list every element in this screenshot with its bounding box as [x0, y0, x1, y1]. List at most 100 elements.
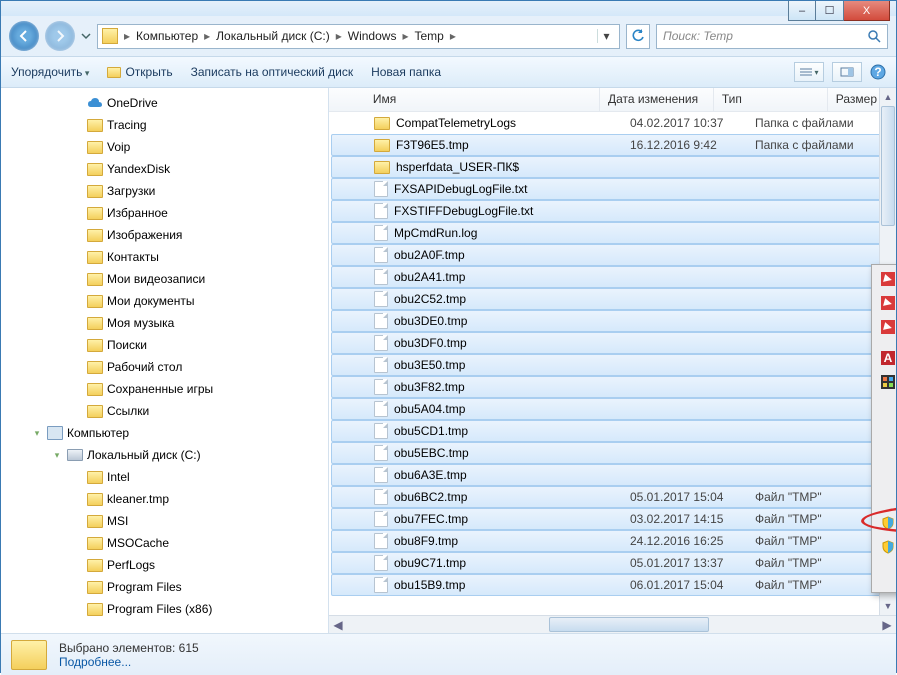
forward-button[interactable] [45, 21, 75, 51]
file-icon [374, 555, 388, 571]
col-name[interactable]: Имя [365, 88, 600, 111]
organize-button[interactable]: Упорядочить [11, 65, 89, 79]
file-row[interactable]: obu5CD1.tmp6 [331, 420, 894, 442]
minimize-button[interactable]: – [788, 1, 816, 21]
file-row[interactable]: F3T96E5.tmp16.12.2016 9:42Папка с файлам… [331, 134, 894, 156]
file-row[interactable]: obu5EBC.tmp [331, 442, 894, 464]
open-button[interactable]: Открыть [107, 65, 172, 79]
crumb-sep-icon[interactable]: ▸ [448, 29, 458, 43]
tree-item[interactable]: ▾Локальный диск (C:) [11, 444, 328, 466]
file-row[interactable]: FXSTIFFDebugLogFile.txt [331, 200, 894, 222]
menu-item[interactable]: APDF Architect 4▶ [874, 346, 896, 370]
scroll-thumb[interactable] [881, 106, 895, 226]
tree-sidebar[interactable]: OneDriveTracingVoipYandexDiskЗагрузкиИзб… [1, 88, 329, 633]
tree-item[interactable]: OneDrive [11, 92, 328, 114]
expand-icon[interactable]: ▾ [31, 428, 43, 439]
maximize-button[interactable]: ☐ [816, 1, 844, 21]
menu-item[interactable]: Копировать [874, 456, 896, 480]
file-row[interactable]: obu3DE0.tmp [331, 310, 894, 332]
tree-item[interactable]: PerfLogs [11, 554, 328, 576]
tree-item[interactable]: Мои документы [11, 290, 328, 312]
new-folder-button[interactable]: Новая папка [371, 65, 441, 79]
file-row[interactable]: obu6BC2.tmp05.01.2017 15:04Файл "TMP" [331, 486, 894, 508]
help-icon[interactable]: ? [870, 64, 886, 80]
tree-item[interactable]: Program Files [11, 576, 328, 598]
scroll-down-icon[interactable]: ▼ [880, 597, 896, 615]
file-row[interactable]: obu2A0F.tmp [331, 244, 894, 266]
breadcrumb-item[interactable]: Temp [410, 29, 447, 43]
status-details-link[interactable]: Подробнее... [59, 655, 131, 669]
menu-item[interactable]: Удалить [874, 511, 896, 535]
menu-item[interactable]: Проверить на вирусы [874, 267, 896, 291]
file-row[interactable]: MpCmdRun.log [331, 222, 894, 244]
history-dropdown-icon[interactable] [81, 31, 91, 41]
file-row[interactable]: obu5A04.tmp [331, 398, 894, 420]
file-row[interactable]: obu8F9.tmp24.12.2016 16:25Файл "TMP" [331, 530, 894, 552]
col-date[interactable]: Дата изменения [600, 88, 714, 111]
tree-item[interactable]: Сохраненные игры [11, 378, 328, 400]
hscroll-thumb[interactable] [549, 617, 709, 632]
titlebar[interactable]: – ☐ X [1, 1, 896, 16]
crumb-sep-icon[interactable]: ▸ [122, 29, 132, 43]
scroll-right-icon[interactable]: ▶ [878, 618, 896, 632]
address-bar[interactable]: ▸ Компьютер ▸ Локальный диск (C:) ▸ Wind… [97, 24, 620, 49]
search-input[interactable]: Поиск: Temp [656, 24, 888, 49]
tree-item[interactable]: Контакты [11, 246, 328, 268]
file-row[interactable]: obu15B9.tmp06.01.2017 15:04Файл "TMP"6 [331, 574, 894, 596]
preview-pane-button[interactable] [832, 62, 862, 82]
tree-item[interactable]: YandexDisk [11, 158, 328, 180]
menu-item[interactable]: Создать ярлык [874, 487, 896, 511]
tree-item[interactable]: Загрузки [11, 180, 328, 202]
tree-item[interactable]: MSI [11, 510, 328, 532]
burn-button[interactable]: Записать на оптический диск [191, 65, 354, 79]
tree-item[interactable]: ▾Компьютер [11, 422, 328, 444]
breadcrumb-item[interactable]: Локальный диск (C:) [212, 29, 334, 43]
file-row[interactable]: obu9C71.tmp05.01.2017 13:37Файл "TMP" [331, 552, 894, 574]
file-row[interactable]: obu3F82.tmp [331, 376, 894, 398]
close-button[interactable]: X [844, 1, 890, 21]
scroll-left-icon[interactable]: ◀ [329, 618, 347, 632]
scroll-up-icon[interactable]: ▲ [880, 88, 896, 106]
view-mode-button[interactable]: ▾ [794, 62, 824, 82]
shield-icon [880, 515, 896, 531]
refresh-button[interactable] [626, 24, 650, 49]
tree-item[interactable]: Изображения [11, 224, 328, 246]
file-type: Файл "TMP" [749, 490, 874, 504]
file-row[interactable]: obu7FEC.tmp03.02.2017 14:15Файл "TMP" [331, 508, 894, 530]
tree-item[interactable]: Поиски [11, 334, 328, 356]
tree-item[interactable]: Program Files (x86) [11, 598, 328, 620]
file-row[interactable]: CompatTelemetryLogs04.02.2017 10:37Папка… [329, 112, 896, 134]
file-row[interactable]: FXSAPIDebugLogFile.txt [331, 178, 894, 200]
horizontal-scrollbar[interactable]: ◀ ▶ [329, 615, 896, 633]
address-dropdown-icon[interactable]: ▾ [597, 29, 615, 43]
crumb-sep-icon[interactable]: ▸ [400, 29, 410, 43]
menu-item[interactable]: Переименовать [874, 535, 896, 559]
menu-item[interactable]: Отправить▶ [874, 401, 896, 425]
expand-icon[interactable]: ▾ [51, 450, 63, 461]
tree-item[interactable]: Intel [11, 466, 328, 488]
tree-item[interactable]: kleaner.tmp [11, 488, 328, 510]
breadcrumb-item[interactable]: Windows [344, 29, 401, 43]
menu-item[interactable]: WinArc▶ [874, 370, 896, 394]
file-row[interactable]: obu3DF0.tmp [331, 332, 894, 354]
breadcrumb-item[interactable]: Компьютер [132, 29, 202, 43]
file-row[interactable]: obu3E50.tmp6 [331, 354, 894, 376]
tree-item[interactable]: Мои видеозаписи [11, 268, 328, 290]
tree-item[interactable]: Моя музыка [11, 312, 328, 334]
back-button[interactable] [9, 21, 39, 51]
tree-item[interactable]: Voip [11, 136, 328, 158]
file-row[interactable]: obu2C52.tmp [331, 288, 894, 310]
tree-item[interactable]: MSOCache [11, 532, 328, 554]
col-type[interactable]: Тип [714, 88, 828, 111]
tree-item[interactable]: Tracing [11, 114, 328, 136]
crumb-sep-icon[interactable]: ▸ [334, 29, 344, 43]
tree-item[interactable]: Избранное [11, 202, 328, 224]
file-row[interactable]: hsperfdata_USER-ПК$ [331, 156, 894, 178]
tree-item[interactable]: Рабочий стол [11, 356, 328, 378]
tree-item[interactable]: Ссылки [11, 400, 328, 422]
file-row[interactable]: obu6A3E.tmp [331, 464, 894, 486]
menu-item[interactable]: Вырезать [874, 432, 896, 456]
file-row[interactable]: obu2A41.tmp [331, 266, 894, 288]
crumb-sep-icon[interactable]: ▸ [202, 29, 212, 43]
menu-item[interactable]: Свойства [874, 566, 896, 590]
